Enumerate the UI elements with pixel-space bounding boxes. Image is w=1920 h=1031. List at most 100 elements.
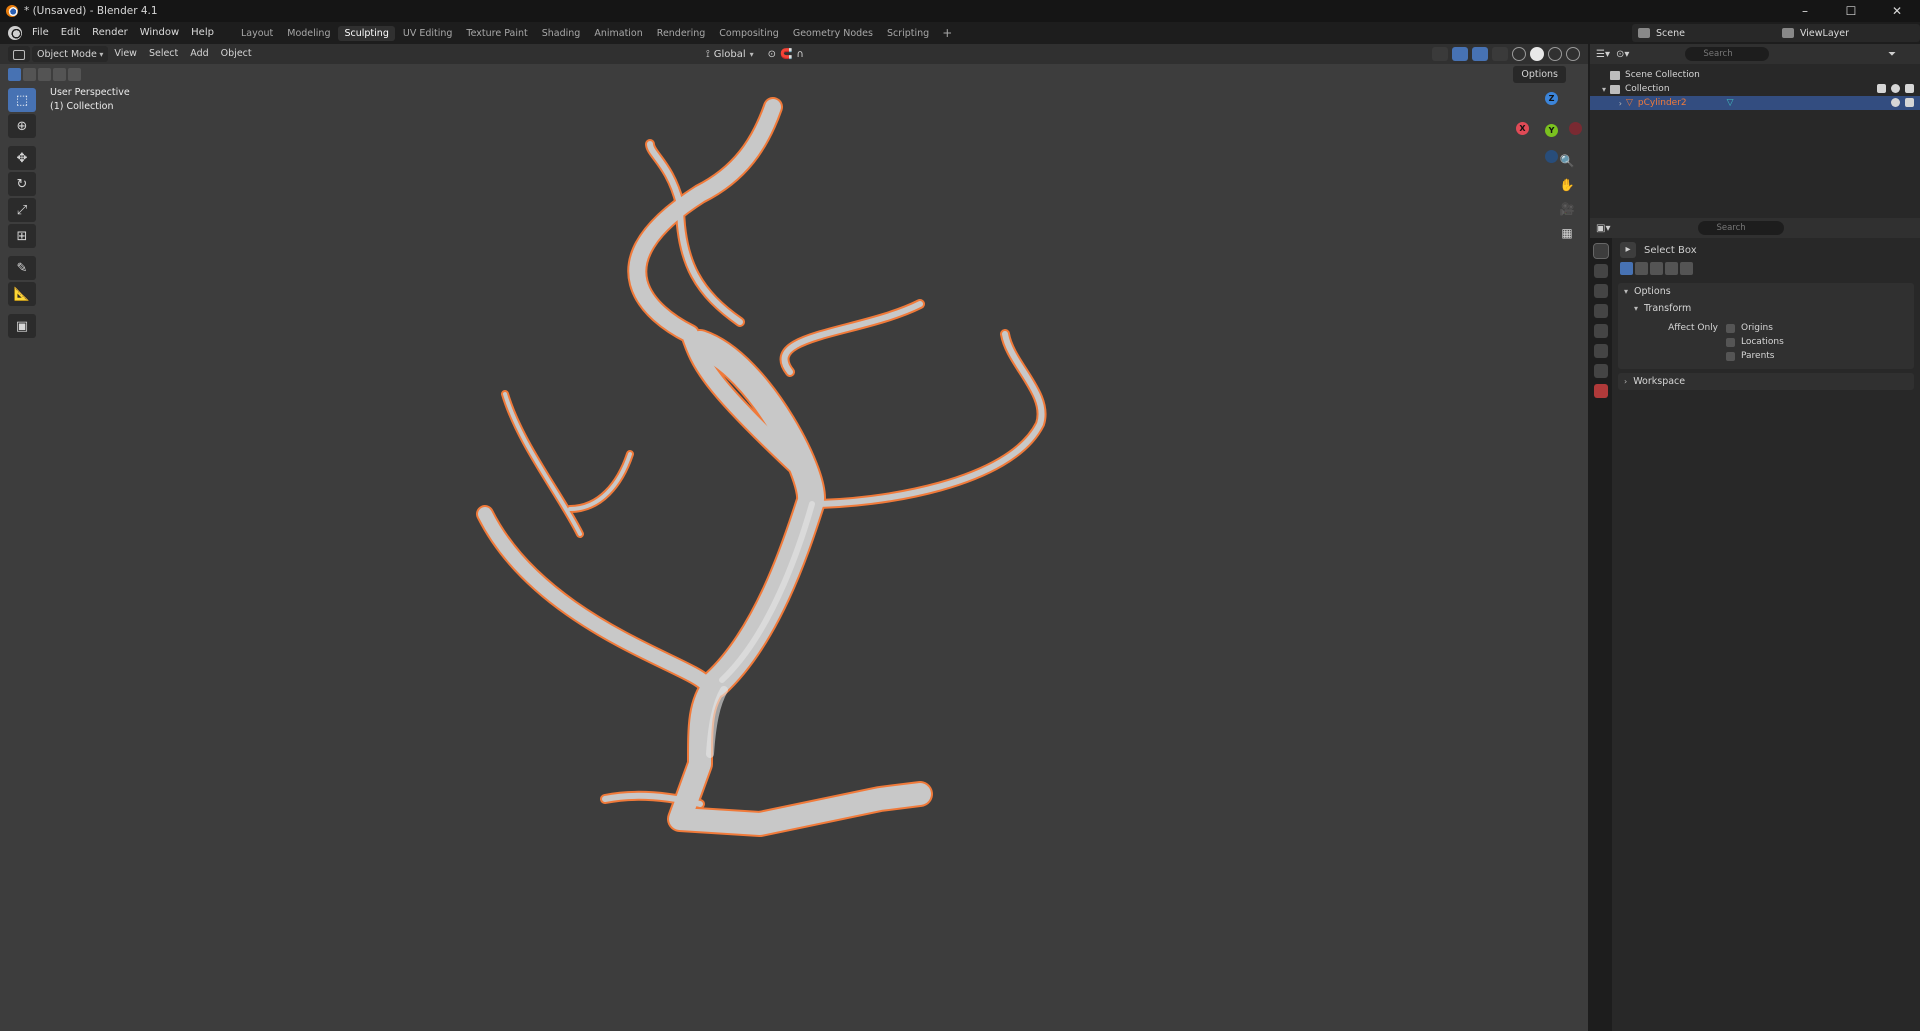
menu-edit[interactable]: Edit [55,22,86,44]
editor-type-icon[interactable] [8,46,30,62]
origins-checkbox[interactable] [1726,323,1735,333]
render-tab-icon[interactable] [1594,264,1608,278]
properties-search-input[interactable]: Search [1698,221,1785,235]
tab-scripting[interactable]: Scripting [881,26,935,41]
view-layer-selector[interactable]: ViewLayer [1776,24,1920,42]
add-workspace-button[interactable]: + [936,26,958,40]
blender-menu-icon[interactable] [8,26,22,40]
select-subtract-icon[interactable] [1650,262,1663,275]
menu-object[interactable]: Object [215,44,258,64]
world-tab-icon[interactable] [1594,344,1608,358]
outliner-row-scene-collection[interactable]: Scene Collection [1590,68,1920,82]
overlay-toggle-icon[interactable] [1472,47,1488,61]
outliner-editor-icon[interactable]: ☰▾ [1596,49,1610,60]
row-label: pCylinder2 [1637,98,1687,108]
tool-tab-icon[interactable] [1593,243,1609,259]
visibility-icon[interactable] [1432,47,1448,61]
close-button[interactable]: ✕ [1874,0,1920,22]
select-new-icon[interactable] [1620,262,1633,275]
menu-render[interactable]: Render [86,22,134,44]
transform-subpanel-header[interactable]: ▾ Transform [1618,300,1914,317]
row-label: Scene Collection [1625,70,1700,80]
pivot-icon[interactable]: ⊙ [768,49,776,60]
minimize-button[interactable]: – [1782,0,1828,22]
tab-animation[interactable]: Animation [588,26,648,41]
gizmo-toggle-icon[interactable] [1452,47,1468,61]
gizmo-z-axis[interactable]: Z [1545,92,1558,105]
eye-icon[interactable] [1891,84,1900,93]
menu-help[interactable]: Help [185,22,220,44]
menu-file[interactable]: File [26,22,55,44]
options-panel-header[interactable]: ▾ Options [1618,283,1914,300]
exclude-checkbox-icon[interactable] [1877,84,1886,93]
properties-panel: ▣▾ Search ▸ Select Box ▾ Options ▾ Trans… [1590,218,1920,1031]
properties-editor-icon[interactable]: ▣▾ [1596,223,1610,234]
expand-arrow-icon[interactable]: › [1590,99,1626,108]
outliner-row-collection[interactable]: ▾ Collection [1590,82,1920,96]
transform-title: Transform [1644,303,1692,314]
select-intersect-icon[interactable] [1680,262,1693,275]
tab-geometry-nodes[interactable]: Geometry Nodes [787,26,879,41]
wireframe-shading-icon[interactable] [1512,47,1526,61]
select-extend-icon[interactable] [1635,262,1648,275]
menu-add[interactable]: Add [184,44,214,64]
output-tab-icon[interactable] [1594,284,1608,298]
select-invert-icon[interactable] [1665,262,1678,275]
xray-toggle-icon[interactable] [1492,47,1508,61]
tab-sculpting[interactable]: Sculpting [338,25,395,41]
perspective-toggle-icon[interactable]: ▦ [1558,224,1576,242]
chevron-down-icon: ▾ [1624,287,1629,296]
affect-only-origins-row: Affect Only Origins [1618,321,1914,335]
snap-icon[interactable]: 🧲 [780,49,792,60]
expand-arrow-icon[interactable]: ▾ [1590,85,1610,94]
collection-icon [1610,70,1620,80]
workspace-panel-header[interactable]: › Workspace [1618,373,1914,390]
blender-logo-icon [6,5,18,17]
outliner-search-input[interactable]: Search [1685,47,1770,61]
gizmo-y-axis[interactable]: Y [1545,124,1558,137]
tab-compositing[interactable]: Compositing [713,26,785,41]
eye-icon[interactable] [1891,98,1900,107]
tree-mesh[interactable] [0,64,1588,1031]
view-layer-tab-icon[interactable] [1594,304,1608,318]
solid-shading-icon[interactable] [1530,47,1544,61]
gizmo-x-axis[interactable]: X [1516,122,1529,135]
rendered-shading-icon[interactable] [1566,47,1580,61]
gizmo-neg-z-axis[interactable] [1545,150,1558,163]
camera-icon[interactable] [1905,84,1914,93]
parents-checkbox[interactable] [1726,351,1735,361]
tab-rendering[interactable]: Rendering [651,26,712,41]
tab-texture-paint[interactable]: Texture Paint [460,26,533,41]
camera-icon[interactable] [1905,98,1914,107]
tab-uv-editing[interactable]: UV Editing [397,26,459,41]
outliner-row-pcylinder2[interactable]: › ▽ pCylinder2 ▽ [1590,96,1920,110]
menu-view[interactable]: View [108,44,143,64]
menu-select[interactable]: Select [143,44,184,64]
filter-icon[interactable]: ⏷ [1888,49,1896,60]
3d-viewport[interactable]: Object Mode ▾ View Select Add Object ⟟ G… [0,44,1588,1031]
menu-window[interactable]: Window [134,22,185,44]
pan-hand-icon[interactable]: ✋ [1558,176,1576,194]
tab-modeling[interactable]: Modeling [281,26,336,41]
scene-selector[interactable]: Scene [1632,24,1786,42]
texture-tab-icon[interactable] [1594,384,1608,398]
transform-orientation[interactable]: ⟟ Global ▾ ⊙ 🧲 ∩ [706,46,804,62]
zoom-icon[interactable]: 🔍 [1558,152,1576,170]
mode-label: Object Mode [37,48,97,60]
maximize-button[interactable]: ☐ [1828,0,1874,22]
tab-shading[interactable]: Shading [536,26,587,41]
display-mode-icon[interactable]: ⊙▾ [1616,49,1629,60]
workspace-title: Workspace [1633,376,1686,387]
proportional-edit-icon[interactable]: ∩ [797,49,804,60]
mode-selector[interactable]: Object Mode ▾ [32,46,109,62]
properties-content: ▸ Select Box ▾ Options ▾ Transform Affec… [1616,238,1916,394]
gizmo-neg-x-axis[interactable] [1569,122,1582,135]
material-shading-icon[interactable] [1548,47,1562,61]
row-toggles [1891,98,1914,107]
locations-checkbox[interactable] [1726,337,1735,347]
tab-layout[interactable]: Layout [235,26,279,41]
workspace-tabs: Layout Modeling Sculpting UV Editing Tex… [234,22,958,44]
camera-view-icon[interactable]: 🎥 [1558,200,1576,218]
collection-tab-icon[interactable] [1594,364,1608,378]
scene-tab-icon[interactable] [1594,324,1608,338]
